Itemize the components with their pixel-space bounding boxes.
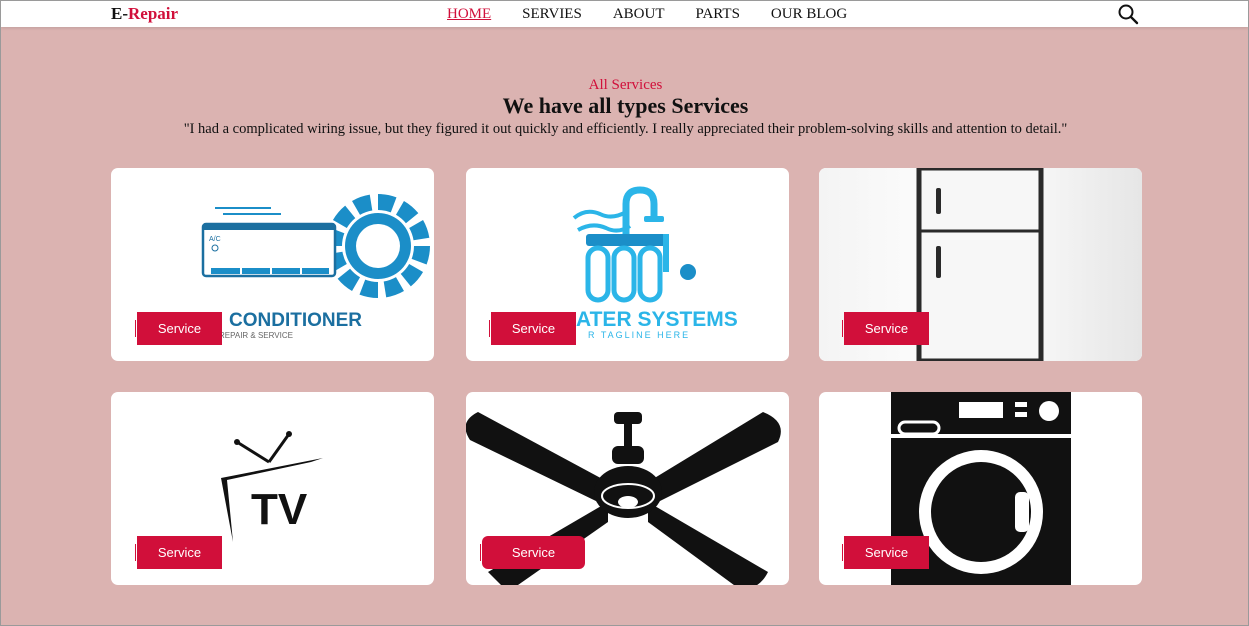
service-button[interactable]: Service	[842, 536, 929, 569]
svg-text:A/C: A/C	[209, 236, 221, 243]
nav-about[interactable]: ABOUT	[613, 5, 665, 23]
nav-services[interactable]: SERVIES	[522, 5, 582, 23]
service-card-water[interactable]: ATER SYSTEMS R TAGLINE HERE Service	[466, 168, 789, 361]
section-title: We have all types Services	[502, 93, 749, 118]
service-card-fridge[interactable]: Service	[819, 168, 1142, 361]
service-button[interactable]: Service	[480, 536, 585, 569]
svg-text:ATER SYSTEMS: ATER SYSTEMS	[576, 308, 738, 331]
brand-logo[interactable]: E-Repair	[111, 4, 178, 24]
service-button[interactable]: Service	[135, 312, 222, 345]
navbar: E-Repair HOME SERVIES ABOUT PARTS OUR BL…	[1, 1, 1248, 27]
svg-text:R TAGLINE HERE: R TAGLINE HERE	[588, 330, 690, 340]
service-card-fan[interactable]: Service	[466, 392, 789, 585]
svg-text:REPAIR & SERVICE: REPAIR & SERVICE	[219, 331, 293, 340]
service-button[interactable]: Service	[489, 312, 576, 345]
page: E-Repair HOME SERVIES ABOUT PARTS OUR BL…	[0, 0, 1249, 626]
service-card-ac[interactable]: A/C CONDITIONER REPAIR & SERVICE Service	[111, 168, 434, 361]
svg-text:CONDITIONER: CONDITIONER	[229, 310, 362, 331]
service-button[interactable]: Service	[135, 536, 222, 569]
service-button[interactable]: Service	[842, 312, 929, 345]
nav-home[interactable]: HOME	[447, 5, 491, 23]
brand-first: E-	[111, 4, 128, 23]
section-subtitle: All Services	[588, 77, 663, 93]
nav-parts[interactable]: PARTS	[696, 5, 740, 23]
nav-blog[interactable]: OUR BLOG	[771, 5, 847, 23]
section-quote: "I had a complicated wiring issue, but t…	[183, 121, 1068, 137]
brand-second: Repair	[128, 4, 179, 23]
service-card-washer[interactable]: Service	[819, 392, 1142, 585]
main-nav: HOME SERVIES ABOUT PARTS OUR BLOG	[447, 5, 878, 23]
service-card-tv[interactable]: TV Service	[111, 392, 434, 585]
svg-text:TV: TV	[251, 485, 308, 534]
search-icon[interactable]	[1117, 3, 1139, 25]
